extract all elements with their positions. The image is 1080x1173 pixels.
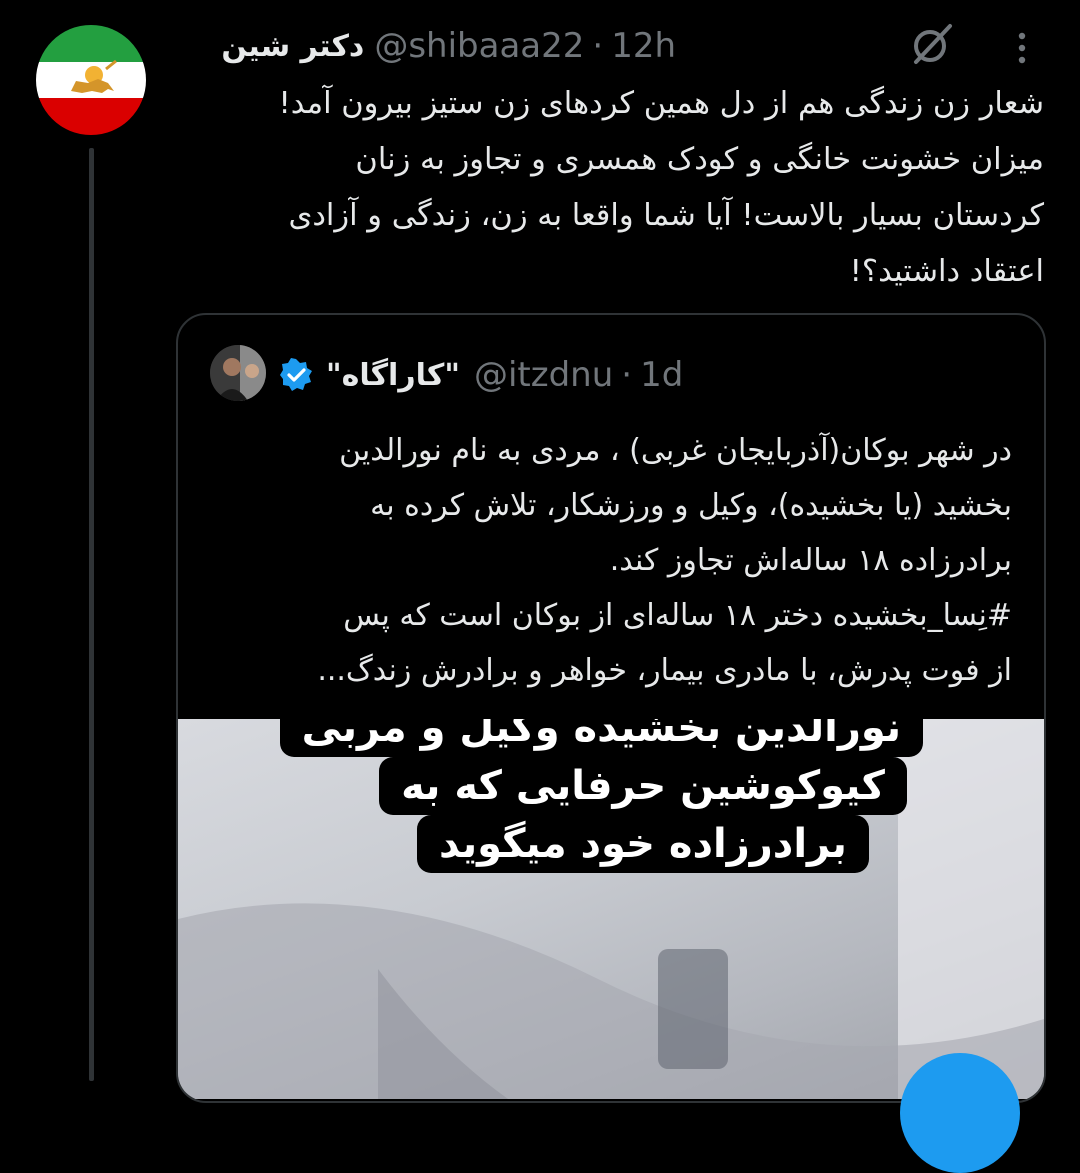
caption-line: کیوکوشین حرفایی که به xyxy=(379,757,907,815)
user-handle[interactable]: @shibaaa22 xyxy=(374,26,584,66)
tweet-text-line: اعتقاد داشتید؟! xyxy=(849,254,1044,289)
quoted-media-video[interactable]: نورالدین بخشیده وکیل و مربی کیوکوشین حرف… xyxy=(178,719,1044,1099)
quoted-tweet-card[interactable]: "کاراگاه" @itzdnu · 1d در شهر بوکان(آذرب… xyxy=(176,313,1046,1103)
caption-line: برادرزاده خود میگوید xyxy=(417,815,869,873)
quoted-timestamp[interactable]: 1d xyxy=(640,355,683,395)
tweet-text: شعار زن زندگی هم از دل همین کردهای زن ست… xyxy=(174,76,1045,300)
quoted-tweet-text: در شهر بوکان(آذربایجان غربی) ، مردی به ن… xyxy=(192,423,1012,698)
iran-lion-and-sun-flag-icon xyxy=(36,25,146,135)
quoted-header: "کاراگاه" @itzdnu · 1d xyxy=(278,347,683,403)
tweet-header: دکتر شین @shibaaa22 · 12h xyxy=(221,22,676,70)
more-vertical-icon[interactable] xyxy=(1010,30,1034,66)
tweet-text-line: شعار زن زندگی هم از دل همین کردهای زن ست… xyxy=(278,86,1045,121)
quoted-text-line: از فوت پدرش، با مادری بیمار، خواهر و برا… xyxy=(317,653,1012,688)
compose-button[interactable] xyxy=(900,1053,1020,1173)
hashtag-line[interactable]: #نِسا_بخشیده دختر ۱۸ ساله‌ای از بوکان اس… xyxy=(343,598,1012,633)
grok-icon[interactable] xyxy=(908,20,956,68)
quoted-user-handle[interactable]: @itzdnu xyxy=(474,355,613,395)
quoted-text-line: در شهر بوکان(آذربایجان غربی) ، مردی به ن… xyxy=(339,433,1012,468)
thread-connector-line xyxy=(89,148,94,1081)
caption-line: نورالدین بخشیده وکیل و مربی xyxy=(279,719,923,757)
tweet-text-line: کردستان بسیار بالاست! آیا شما واقعا به ز… xyxy=(288,198,1044,233)
quoted-display-name[interactable]: "کاراگاه" xyxy=(326,358,460,393)
tweet-text-line: میزان خشونت خانگی و کودک همسری و تجاوز ب… xyxy=(355,142,1044,177)
display-name[interactable]: دکتر شین xyxy=(221,29,364,64)
quoted-avatar[interactable] xyxy=(210,345,266,401)
separator-dot: · xyxy=(592,26,604,66)
separator-dot: · xyxy=(621,355,633,395)
quoted-text-line: برادرزاده ۱۸ ساله‌اش تجاوز کند. xyxy=(609,543,1012,578)
verified-badge-icon xyxy=(278,357,314,393)
timestamp[interactable]: 12h xyxy=(611,26,676,66)
avatar[interactable] xyxy=(36,25,146,135)
quoted-text-line: بخشید (یا بخشیده)، وکیل و ورزشکار، تلاش … xyxy=(370,488,1012,523)
media-caption: نورالدین بخشیده وکیل و مربی کیوکوشین حرف… xyxy=(279,719,923,873)
